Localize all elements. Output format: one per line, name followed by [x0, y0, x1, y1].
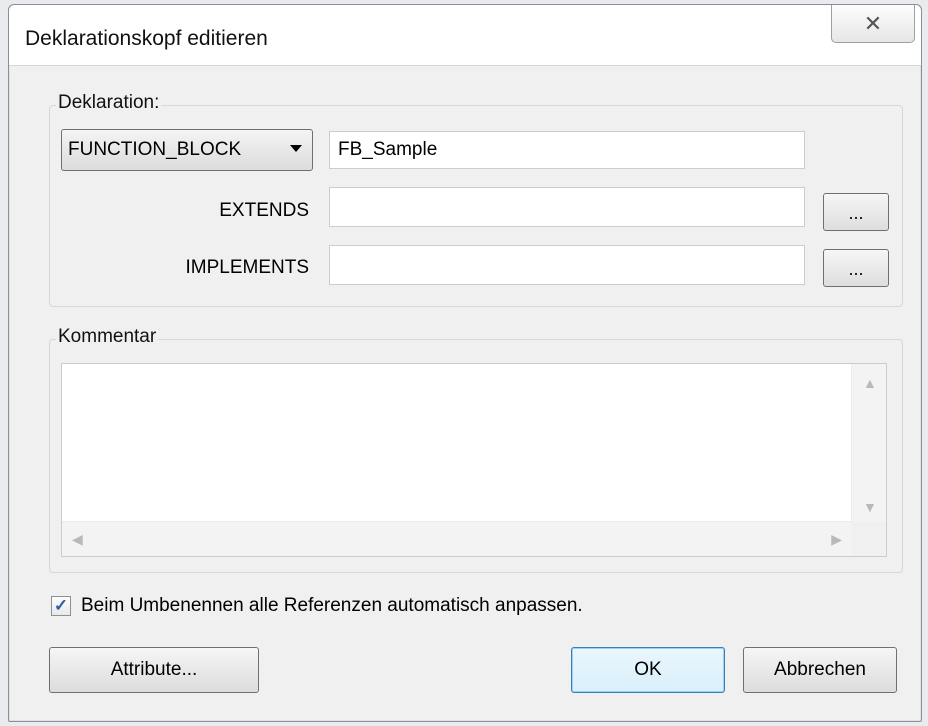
- rename-references-label[interactable]: Beim Umbenennen alle Referenzen automati…: [81, 595, 583, 617]
- cancel-button[interactable]: Abbrechen: [743, 647, 897, 693]
- extends-browse-button[interactable]: ...: [823, 193, 889, 231]
- implements-input[interactable]: [329, 245, 805, 285]
- comment-group-label: Kommentar: [56, 326, 159, 348]
- declaration-type-dropdown[interactable]: FUNCTION_BLOCK: [61, 129, 313, 171]
- vertical-scrollbar[interactable]: ▲ ▼: [851, 364, 886, 522]
- scroll-down-icon[interactable]: ▼: [863, 500, 877, 514]
- dialog-title: Deklarationskopf editieren: [25, 27, 268, 50]
- implements-browse-button[interactable]: ...: [823, 249, 889, 287]
- dialog-window: Deklarationskopf editieren ✕ Deklaration…: [8, 4, 922, 722]
- scroll-right-icon[interactable]: ▶: [831, 532, 842, 546]
- implements-label: IMPLEMENTS: [185, 257, 309, 278]
- title-bar: Deklarationskopf editieren ✕: [9, 5, 921, 66]
- extends-input[interactable]: [329, 187, 805, 227]
- declaration-group-label: Deklaration:: [56, 92, 162, 114]
- comment-textarea[interactable]: ▲ ▼ ◀ ▶: [61, 363, 887, 557]
- attributes-button[interactable]: Attribute...: [49, 647, 259, 693]
- scrollbar-corner: [852, 522, 886, 556]
- rename-references-checkbox[interactable]: ✓: [51, 596, 71, 616]
- declaration-name-input[interactable]: FB_Sample: [329, 131, 805, 169]
- declaration-type-value: FUNCTION_BLOCK: [68, 139, 242, 160]
- ok-button[interactable]: OK: [571, 647, 725, 693]
- horizontal-scrollbar[interactable]: ◀ ▶: [62, 521, 852, 556]
- close-icon: ✕: [863, 10, 883, 36]
- close-button[interactable]: ✕: [831, 5, 915, 43]
- chevron-down-icon: [290, 145, 302, 152]
- extends-label: EXTENDS: [219, 200, 309, 221]
- scroll-left-icon[interactable]: ◀: [72, 532, 83, 546]
- checkmark-icon: ✓: [53, 596, 69, 615]
- scroll-up-icon[interactable]: ▲: [863, 376, 877, 390]
